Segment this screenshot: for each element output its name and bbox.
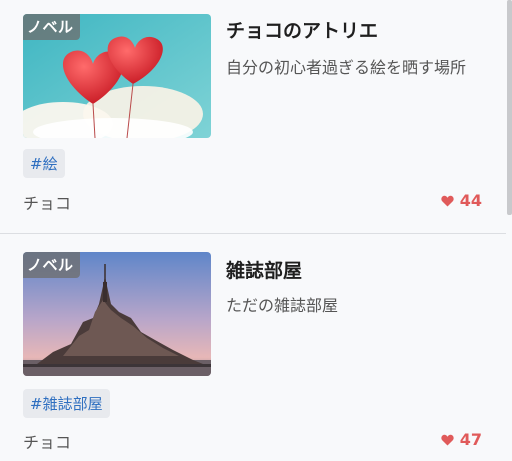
tag-chip[interactable]: #絵	[23, 149, 65, 178]
post-thumbnail[interactable]: ノベル	[23, 252, 211, 376]
author-name[interactable]: チョコ	[23, 429, 71, 453]
heart-icon	[441, 434, 454, 446]
like-count-value: 47	[459, 430, 482, 449]
post-description: 自分の初心者過ぎる絵を晒す場所	[226, 58, 467, 77]
category-badge: ノベル	[23, 14, 80, 40]
scrollbar[interactable]	[507, 0, 512, 215]
category-badge: ノベル	[23, 252, 80, 278]
author-name[interactable]: チョコ	[23, 190, 71, 214]
post-description: ただの雑誌部屋	[226, 296, 339, 315]
post-card[interactable]: ノベル 雑誌部屋 ただの雑誌部屋 #雑誌部屋 チョコ 47	[0, 234, 506, 461]
like-count[interactable]: 47	[441, 430, 482, 449]
post-list: ノベル チョコのアトリエ 自分の初心者過ぎる絵を晒す場所 #絵 チョコ 44 ノ…	[0, 0, 512, 461]
post-title[interactable]: チョコのアトリエ	[226, 16, 378, 43]
post-card[interactable]: ノベル チョコのアトリエ 自分の初心者過ぎる絵を晒す場所 #絵 チョコ 44	[0, 0, 506, 233]
like-count[interactable]: 44	[441, 191, 482, 210]
post-title[interactable]: 雑誌部屋	[226, 256, 302, 283]
tag-chip[interactable]: #雑誌部屋	[23, 389, 110, 418]
heart-icon	[441, 195, 454, 207]
like-count-value: 44	[459, 191, 482, 210]
post-thumbnail[interactable]: ノベル	[23, 14, 211, 138]
